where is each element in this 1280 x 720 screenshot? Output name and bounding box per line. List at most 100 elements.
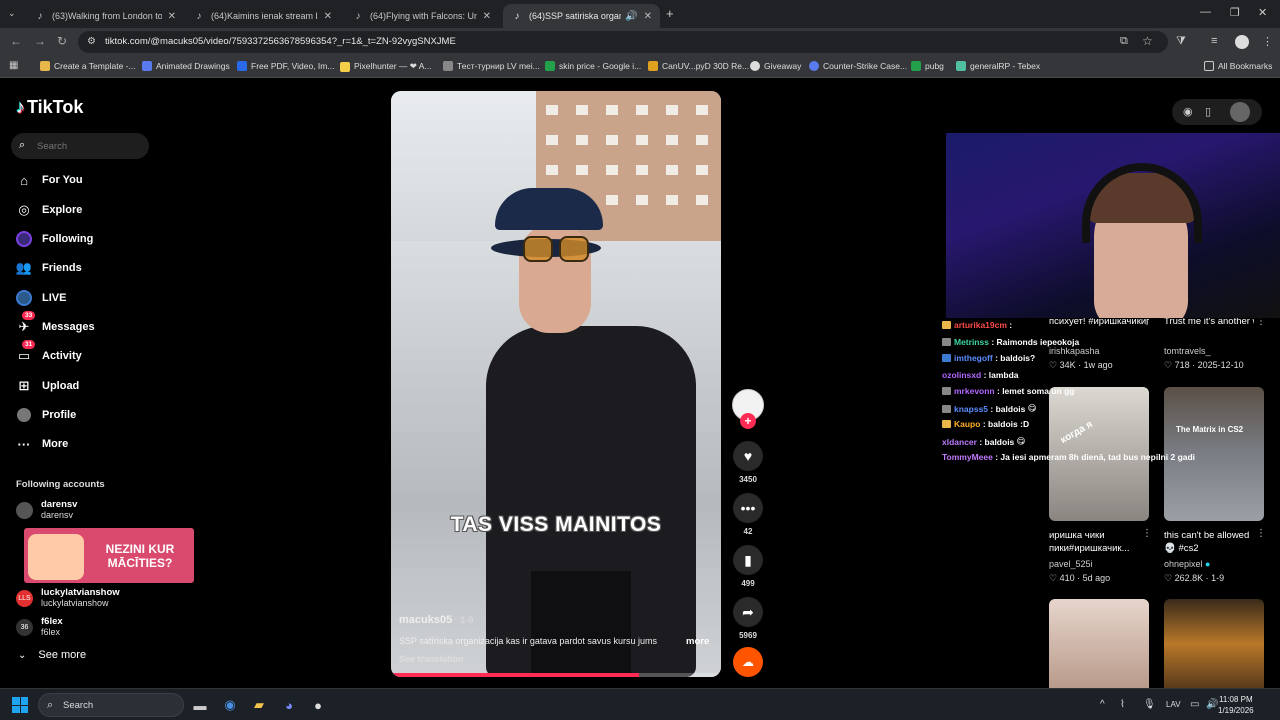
- nav-live[interactable]: LIVE: [16, 288, 66, 308]
- bookmark-9[interactable]: Counter-Strike Case...: [809, 61, 907, 71]
- taskbar-clock[interactable]: 11:08 PM 1/19/2026: [1218, 694, 1254, 716]
- file-explorer-icon[interactable]: ▰: [249, 695, 269, 715]
- sidebar-search[interactable]: ⌕: [11, 133, 149, 159]
- close-icon[interactable]: ✕: [483, 11, 491, 22]
- bookmark-icon[interactable]: ▮: [733, 545, 763, 575]
- see-translation-link[interactable]: See translation: [399, 654, 464, 664]
- bookmark-1[interactable]: Create a Template -...: [40, 61, 136, 71]
- save-action[interactable]: ▮ 499: [733, 545, 763, 588]
- comment-action[interactable]: ••• 42: [733, 493, 763, 536]
- nav-following[interactable]: Following: [16, 229, 93, 249]
- recommended-title[interactable]: this can't be allowed 💀 #cs2: [1164, 529, 1254, 555]
- nav-explore[interactable]: ◎ Explore: [16, 200, 82, 220]
- see-more-button[interactable]: ⌄ See more: [18, 649, 86, 661]
- forward-icon[interactable]: →: [34, 34, 46, 48]
- video-player[interactable]: TAS VISS MAINITOS macuks05 1-9 SSP satīri…: [391, 91, 721, 677]
- following-account[interactable]: darensv darensv: [16, 498, 77, 522]
- nav-more[interactable]: ··· More: [16, 434, 69, 454]
- following-account[interactable]: 36 f6lex f6lex: [16, 615, 63, 639]
- tray-chevron-icon[interactable]: ^: [1100, 699, 1105, 710]
- heart-icon[interactable]: ♥: [733, 441, 763, 471]
- follow-button[interactable]: +: [740, 413, 756, 429]
- close-icon[interactable]: ✕: [168, 11, 176, 22]
- nav-activity[interactable]: ▭ 31 Activity: [16, 340, 82, 366]
- chrome-icon[interactable]: ◉: [220, 695, 240, 715]
- comment-icon[interactable]: •••: [733, 493, 763, 523]
- app-icon[interactable]: ●: [308, 695, 328, 715]
- minimize-icon[interactable]: —: [1200, 6, 1211, 18]
- new-tab-button[interactable]: +: [666, 6, 674, 21]
- address-bar[interactable]: ⚙ tiktok.com/@macuks05/video/75933725636…: [78, 31, 1168, 53]
- windows-start-icon[interactable]: [12, 697, 28, 713]
- tiktok-favicon-icon: ♪: [355, 10, 361, 22]
- close-icon[interactable]: ✕: [644, 11, 652, 22]
- video-progress-bar[interactable]: [391, 673, 721, 677]
- bookmark-11[interactable]: generalRP - Tebex: [956, 61, 1040, 71]
- bookmark-6[interactable]: skin price - Google i...: [545, 61, 641, 71]
- bookmark-10[interactable]: pubg: [911, 61, 944, 71]
- microphone-icon[interactable]: 🎙: [1143, 699, 1156, 710]
- bookmark-3[interactable]: Free PDF, Video, Im...: [237, 61, 334, 71]
- search-input[interactable]: [37, 138, 137, 154]
- share-action[interactable]: ➦ 5969: [733, 597, 763, 640]
- profile-avatar-icon[interactable]: [1235, 35, 1249, 49]
- ad-banner[interactable]: NEZINI KUR MĀCĪTIES?: [24, 528, 194, 583]
- tab-search-icon[interactable]: ⌄: [8, 8, 16, 19]
- recommended-thumbnail[interactable]: [1164, 599, 1264, 688]
- nav-friends[interactable]: 👥 Friends: [16, 258, 82, 278]
- bookmark-4[interactable]: Pixelhunter — ❤ A...: [340, 61, 432, 72]
- tab-4-active[interactable]: ♪ (64)SSP satiriska organizac 🔊 ✕: [503, 4, 660, 28]
- tab-3[interactable]: ♪ (64)Flying with Falcons: Unique ✕: [344, 4, 499, 28]
- kebab-icon[interactable]: ⋮: [1256, 528, 1266, 539]
- all-bookmarks[interactable]: All Bookmarks: [1204, 61, 1272, 71]
- video-author[interactable]: macuks05 1-9: [399, 614, 473, 626]
- recommended-author[interactable]: pavel_525i: [1049, 559, 1093, 569]
- bookmark-2[interactable]: Animated Drawings: [142, 61, 230, 71]
- volume-icon[interactable]: 🔊: [1206, 699, 1218, 710]
- reload-icon[interactable]: ↻: [57, 34, 67, 48]
- nav-messages[interactable]: ✈ 33 Messages: [16, 311, 95, 337]
- language-indicator[interactable]: LAV: [1166, 700, 1181, 709]
- recommended-thumbnail[interactable]: [1049, 599, 1149, 688]
- recommended-author[interactable]: tomtravels_: [1164, 346, 1211, 356]
- close-window-icon[interactable]: ✕: [1258, 6, 1267, 19]
- tab-2[interactable]: ♪ (64)Kaimins ienak stream laika ✕: [185, 4, 340, 28]
- share-icon[interactable]: ➦: [733, 597, 763, 627]
- nav-upload[interactable]: ⊞ Upload: [16, 376, 80, 396]
- kebab-icon[interactable]: ⋮: [1142, 528, 1152, 539]
- restore-icon[interactable]: ❐: [1230, 6, 1240, 19]
- install-app-icon[interactable]: ⧉: [1120, 35, 1128, 48]
- bookmark-8[interactable]: Giveaway: [750, 61, 801, 71]
- speaker-icon[interactable]: 🔊: [625, 11, 637, 22]
- site-info-icon[interactable]: ⚙: [87, 36, 96, 47]
- nav-for-you[interactable]: ⌂ For You: [16, 170, 82, 190]
- recommended-author[interactable]: irishkapasha: [1049, 346, 1100, 356]
- comment-count: 42: [743, 527, 753, 536]
- extensions-icon[interactable]: ⧩: [1176, 35, 1186, 48]
- back-icon[interactable]: ←: [10, 34, 22, 48]
- nav-profile[interactable]: Profile: [16, 405, 76, 425]
- close-icon[interactable]: ✕: [324, 11, 332, 22]
- network-icon[interactable]: ⌇: [1120, 699, 1125, 710]
- media-icon[interactable]: ≡: [1211, 35, 1217, 47]
- menu-kebab-icon[interactable]: ⋮: [1262, 35, 1273, 48]
- following-account[interactable]: LLS luckylatvianshow luckylatvianshow: [16, 586, 120, 610]
- bookmark-7[interactable]: CanUV...pyD 30D Re...: [648, 61, 749, 71]
- discord-icon[interactable]: ◕: [279, 695, 299, 715]
- taskbar-search[interactable]: ⌕ Search: [38, 693, 184, 717]
- like-action[interactable]: ♥ 3450: [733, 441, 763, 484]
- user-avatar[interactable]: [1230, 102, 1250, 122]
- recommended-author[interactable]: ohnepixel ●: [1164, 559, 1210, 569]
- coin-icon[interactable]: ◉: [1183, 105, 1193, 118]
- bookmark-star-icon[interactable]: ☆: [1142, 34, 1153, 48]
- sound-disc-icon[interactable]: ☁: [733, 647, 763, 677]
- tab-1[interactable]: ♪ (63)Walking from London to N ✕: [26, 4, 184, 28]
- apps-grid-icon[interactable]: ▦: [9, 60, 18, 71]
- monitor-icon[interactable]: ▭: [1190, 699, 1199, 710]
- device-icon[interactable]: ▯: [1205, 105, 1211, 118]
- bookmark-5[interactable]: Тест-турнир LV mei...: [443, 61, 540, 71]
- recommended-title[interactable]: иришка чики пики#иришкачик...: [1049, 529, 1149, 555]
- more-button[interactable]: more: [686, 636, 709, 647]
- task-view-icon[interactable]: ▬: [190, 695, 210, 715]
- tiktok-logo[interactable]: ♪ TikTok: [16, 97, 83, 118]
